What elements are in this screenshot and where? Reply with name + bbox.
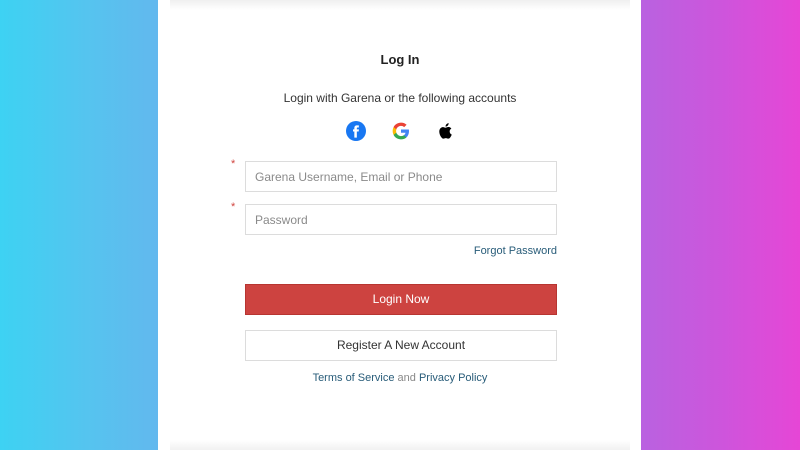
required-mark: *: [231, 201, 236, 213]
background-right-gradient: [641, 0, 800, 450]
login-button[interactable]: Login Now: [245, 284, 557, 315]
password-input[interactable]: [245, 204, 557, 235]
page-title: Log In: [380, 52, 420, 67]
google-icon[interactable]: [391, 121, 411, 141]
username-input[interactable]: [245, 161, 557, 192]
legal-conjunction: and: [397, 372, 416, 384]
register-button[interactable]: Register A New Account: [245, 330, 557, 361]
forgot-password-link[interactable]: Forgot Password: [420, 245, 557, 257]
apple-icon[interactable]: [436, 121, 456, 141]
background-left-gradient: [0, 0, 158, 450]
terms-of-service-link[interactable]: Terms of Service: [313, 372, 395, 384]
legal-links: Terms of Service and Privacy Policy: [250, 372, 550, 384]
card-bottom-edge: [170, 440, 630, 450]
card-top-edge: [170, 0, 630, 10]
privacy-policy-link[interactable]: Privacy Policy: [419, 372, 487, 384]
facebook-icon[interactable]: [346, 121, 366, 141]
required-mark: *: [231, 158, 236, 170]
login-subtitle: Login with Garena or the following accou…: [283, 91, 517, 105]
